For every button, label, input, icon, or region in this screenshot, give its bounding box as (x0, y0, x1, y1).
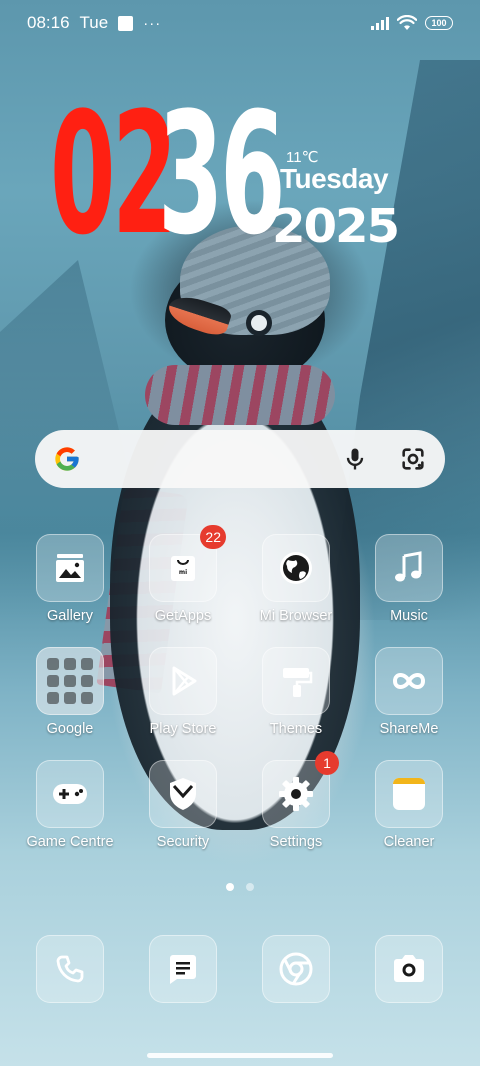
wallpaper-scarf (145, 365, 335, 425)
clock-hours: 02 (50, 76, 178, 272)
chrome-icon[interactable] (262, 935, 330, 1003)
app-play-store[interactable]: Play Store (128, 647, 238, 737)
status-time: 08:16 (27, 13, 70, 32)
status-bar: 08:16 Tue ··· 100 (0, 0, 480, 46)
year-label: 2025 (272, 199, 400, 253)
app-settings[interactable]: 1 Settings (241, 751, 351, 850)
app-label: Gallery (47, 608, 93, 624)
status-left: 08:16 Tue ··· (27, 13, 161, 33)
wifi-icon (397, 15, 417, 30)
app-themes[interactable]: Themes (241, 647, 351, 737)
google-lens-icon[interactable] (399, 445, 427, 473)
page-dot[interactable] (246, 883, 254, 891)
cleaner-icon[interactable] (375, 760, 443, 828)
google-logo (55, 447, 79, 471)
infinity-icon[interactable] (375, 647, 443, 715)
notification-icon (118, 15, 134, 31)
app-music[interactable]: Music (354, 534, 464, 624)
app-shareme[interactable]: ShareMe (354, 647, 464, 737)
dock-phone[interactable] (15, 935, 125, 1003)
dock-camera[interactable] (354, 935, 464, 1003)
app-getapps[interactable]: mi 22 GetApps (128, 525, 238, 624)
app-game-centre[interactable]: Game Centre (15, 760, 125, 850)
dock-messages[interactable] (128, 935, 238, 1003)
dock-chrome[interactable] (241, 935, 351, 1003)
app-label: Mi Browser (259, 608, 333, 624)
messages-icon[interactable] (149, 935, 217, 1003)
app-security[interactable]: Security (128, 760, 238, 850)
gamepad-icon[interactable] (36, 760, 104, 828)
app-label: Game Centre (26, 834, 114, 850)
weekday-label: Tuesday (280, 163, 389, 194)
app-label: Music (390, 608, 428, 624)
page-dot-active[interactable] (226, 883, 234, 891)
folder-preview-grid (47, 658, 93, 704)
app-label: Settings (269, 834, 323, 850)
notification-badge: 1 (315, 751, 339, 775)
app-google-folder[interactable]: Google (15, 647, 125, 737)
google-folder-icon[interactable] (36, 647, 104, 715)
app-label: Themes (269, 721, 323, 737)
app-label: Play Store (149, 721, 217, 737)
clock-minutes: 36 (158, 76, 286, 272)
svg-text:mi: mi (179, 569, 187, 576)
shield-icon[interactable] (149, 760, 217, 828)
music-note-icon[interactable] (375, 534, 443, 602)
browser-globe-icon[interactable] (262, 534, 330, 602)
signal-icon (371, 16, 389, 30)
battery-level: 100 (431, 18, 447, 28)
gear-icon[interactable]: 1 (262, 751, 339, 828)
clock-widget[interactable]: 02 36 (50, 76, 286, 272)
getapps-icon[interactable]: mi 22 (149, 525, 226, 602)
google-search-bar[interactable] (35, 430, 445, 488)
camera-icon[interactable] (375, 935, 443, 1003)
more-notifications-icon: ··· (143, 14, 162, 32)
app-gallery[interactable]: Gallery (15, 534, 125, 624)
paint-roller-icon[interactable] (262, 647, 330, 715)
status-right: 100 (371, 15, 453, 31)
app-label: GetApps (154, 608, 212, 624)
app-label: ShareMe (379, 721, 439, 737)
app-label: Security (156, 834, 210, 850)
battery-icon: 100 (425, 16, 453, 30)
phone-icon[interactable] (36, 935, 104, 1003)
status-day: Tue (79, 13, 109, 32)
gallery-icon[interactable] (36, 534, 104, 602)
home-gesture-bar[interactable] (147, 1053, 333, 1058)
notification-badge: 22 (200, 525, 226, 549)
app-cleaner[interactable]: Cleaner (354, 760, 464, 850)
app-mi-browser[interactable]: Mi Browser (241, 534, 351, 624)
app-label: Google (46, 721, 94, 737)
play-store-icon[interactable] (149, 647, 217, 715)
mic-icon[interactable] (341, 445, 369, 473)
app-label: Cleaner (383, 834, 435, 850)
page-indicator (0, 883, 480, 891)
wallpaper-penguin-eye (246, 310, 272, 336)
